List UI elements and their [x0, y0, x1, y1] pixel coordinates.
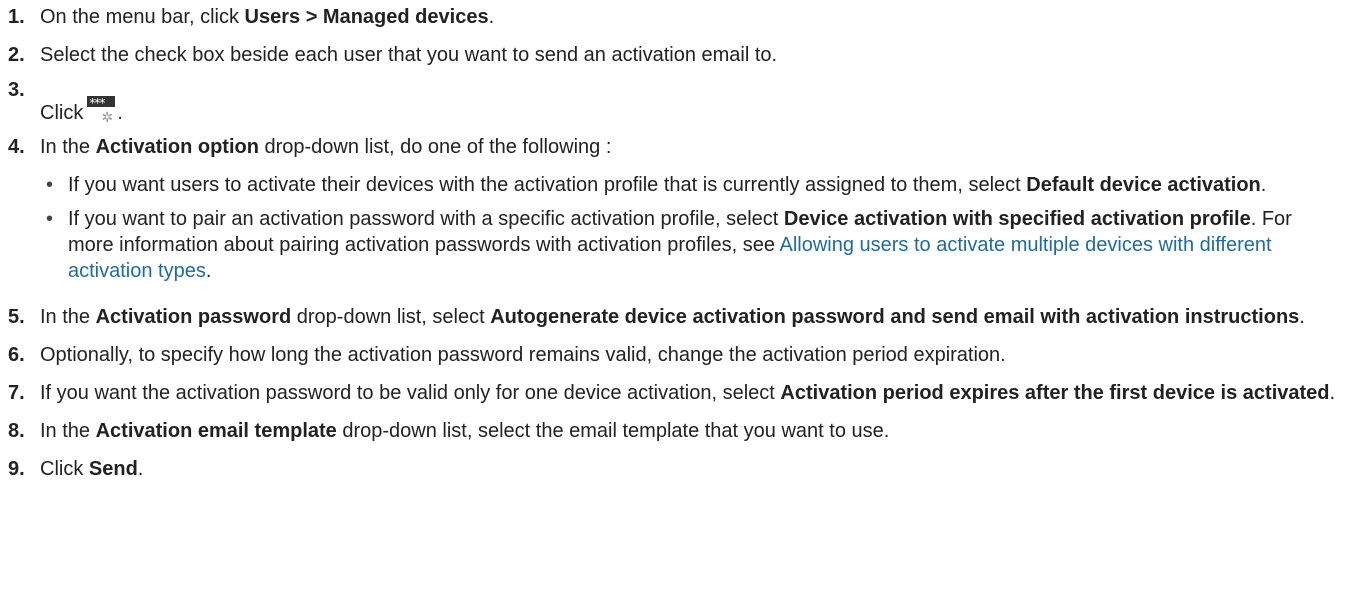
option-list: • If you want users to activate their de…	[40, 172, 1340, 284]
step-1: 1. On the menu bar, click Users > Manage…	[0, 4, 1348, 30]
list-item: • If you want to pair an activation pass…	[40, 206, 1340, 284]
step-number: 2.	[8, 44, 25, 66]
ui-term: Autogenerate device activation password …	[490, 306, 1300, 328]
bullet-text-part: If you want to pair an activation passwo…	[68, 208, 784, 230]
step-text-part: In the	[40, 136, 96, 158]
step-6: 6. Optionally, to specify how long the a…	[0, 342, 1348, 368]
step-number: 7.	[8, 382, 25, 404]
step-text-part: drop-down list, select	[291, 306, 491, 328]
step-text-part: In the	[40, 306, 96, 328]
step-number: 3.	[8, 79, 25, 101]
step-number: 8.	[8, 420, 25, 442]
step-text: Click *** ✲.	[40, 80, 1348, 126]
step-text-part: .	[117, 102, 123, 124]
step-text: Optionally, to specify how long the acti…	[40, 344, 1006, 366]
step-text-part: drop-down list, do one of the following …	[258, 136, 612, 158]
list-item: • If you want users to activate their de…	[40, 172, 1340, 198]
ui-term: Device activation with specified activat…	[783, 208, 1251, 230]
step-text-part: Click	[40, 458, 89, 480]
step-text-part: Click	[40, 102, 84, 124]
procedure-steps: 1. On the menu bar, click Users > Manage…	[0, 0, 1348, 482]
send-label: Send	[88, 458, 138, 480]
step-number: 1.	[8, 6, 25, 28]
menu-path: Users > Managed devices	[244, 6, 489, 28]
ui-term: Activation period expires after the firs…	[780, 382, 1330, 404]
bullet-icon: •	[46, 208, 54, 230]
bullet-text-part: .	[1260, 174, 1267, 196]
step-3: 3. Click *** ✲.	[0, 79, 1348, 126]
step-text-part: .	[1299, 306, 1305, 328]
bullet-text: If you want users to activate their devi…	[68, 172, 1340, 198]
step-5: 5. In the Activation password drop-down …	[0, 304, 1348, 330]
send-activation-email-icon: *** ✲	[87, 96, 117, 126]
step-text-part: .	[137, 458, 144, 480]
bullet-text-part: If you want users to activate their devi…	[68, 174, 1027, 196]
bullet-text: If you want to pair an activation passwo…	[68, 206, 1340, 284]
ui-term: Activation password	[95, 306, 292, 328]
step-text-part: drop-down list, select the email templat…	[336, 420, 890, 442]
step-7: 7. If you want the activation password t…	[0, 380, 1348, 406]
step-2: 2. Select the check box beside each user…	[0, 42, 1348, 68]
step-4: 4. In the Activation option drop-down li…	[0, 134, 1348, 292]
step-text: In the Activation option drop-down list,…	[40, 134, 1348, 292]
ui-term: Activation option	[95, 136, 259, 158]
step-text: In the Activation email template drop-do…	[40, 418, 1348, 444]
step-text-part: .	[488, 6, 495, 28]
step-text-part: On the menu bar, click	[40, 6, 245, 28]
step-number: 4.	[8, 136, 25, 158]
step-8: 8. In the Activation email template drop…	[0, 418, 1348, 444]
ui-term: Activation email template	[95, 420, 337, 442]
step-9: 9. Click Send.	[0, 456, 1348, 482]
step-number: 9.	[8, 458, 25, 480]
step-text: On the menu bar, click Users > Managed d…	[40, 4, 1348, 30]
step-text: Click Send.	[40, 456, 1348, 482]
step-text-part: .	[1329, 382, 1336, 404]
bullet-icon: •	[46, 174, 54, 196]
bullet-text-part: .	[205, 260, 212, 282]
step-text-part: In the	[40, 420, 96, 442]
step-text-part: If you want the activation password to b…	[40, 382, 781, 404]
step-text: Select the check box beside each user th…	[40, 44, 778, 66]
ui-term: Default device activation	[1026, 174, 1261, 196]
step-number: 5.	[8, 306, 25, 328]
step-text: If you want the activation password to b…	[40, 380, 1348, 406]
step-text: In the Activation password drop-down lis…	[40, 304, 1348, 330]
step-number: 6.	[8, 344, 25, 366]
